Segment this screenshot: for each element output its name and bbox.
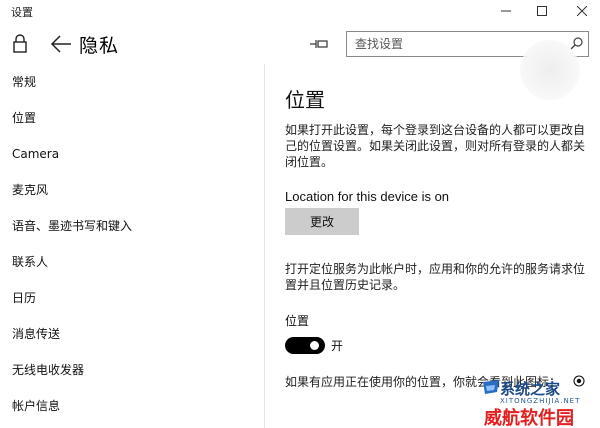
change-button[interactable]: 更改: [285, 208, 359, 235]
location-toggle-label: 位置: [285, 314, 310, 328]
window-title: 设置: [11, 6, 33, 19]
close-icon: [577, 6, 587, 16]
sidebar-item-microphone[interactable]: 麦克风: [12, 180, 48, 200]
maximize-icon: [537, 6, 547, 16]
sidebar-item-calendar[interactable]: 日历: [12, 288, 36, 308]
page-title: 隐私: [79, 35, 120, 57]
minimize-icon: [501, 10, 511, 12]
sidebar-item-radios[interactable]: 无线电收发器: [12, 360, 84, 380]
settings-header: 隐私: [0, 26, 600, 64]
sidebar-item-contacts[interactable]: 联系人: [12, 252, 48, 272]
watermark-url: XITONGZHIJIA.NET: [500, 397, 581, 405]
sidebar-item-speech-inking-typing[interactable]: 语音、墨迹书写和键入: [12, 216, 132, 236]
location-icon-note: 如果有应用正在使用你的位置，你就会看到此图标：: [285, 375, 562, 389]
lock-icon: [13, 34, 27, 53]
toggle-knob: [310, 341, 319, 350]
account-location-description: 打开定位服务为此帐户时，应用和你的允许的服务请求位置并且位置历史记录。: [285, 262, 586, 292]
sidebar-item-camera[interactable]: Camera: [12, 144, 59, 164]
decorative-blur: [520, 40, 580, 100]
location-indicator-icon: [573, 375, 585, 387]
pane-divider: [264, 64, 265, 428]
device-location-status: Location for this device is on: [285, 189, 450, 204]
minimize-button[interactable]: [486, 0, 526, 22]
pin-icon[interactable]: [309, 37, 329, 51]
sidebar-item-general[interactable]: 常规: [12, 72, 36, 92]
back-arrow-icon[interactable]: [50, 34, 72, 54]
sidebar-item-messaging[interactable]: 消息传送: [12, 324, 60, 344]
section-title: 位置: [285, 88, 325, 112]
maximize-button[interactable]: [522, 0, 562, 22]
title-bar: 设置: [0, 0, 600, 24]
toggle-state-label: 开: [331, 339, 344, 353]
location-toggle[interactable]: [285, 337, 325, 354]
search-icon[interactable]: [570, 37, 583, 50]
location-description: 如果打开此设置，每个登录到这台设备的人都可以更改自己的位置设置。如果关闭此设置，…: [285, 123, 586, 169]
sidebar-item-location[interactable]: 位置: [12, 108, 36, 128]
watermark-brand-secondary: 威航软件园: [484, 408, 574, 428]
close-button[interactable]: [562, 0, 600, 22]
sidebar-item-account-info[interactable]: 帐户信息: [12, 396, 60, 416]
